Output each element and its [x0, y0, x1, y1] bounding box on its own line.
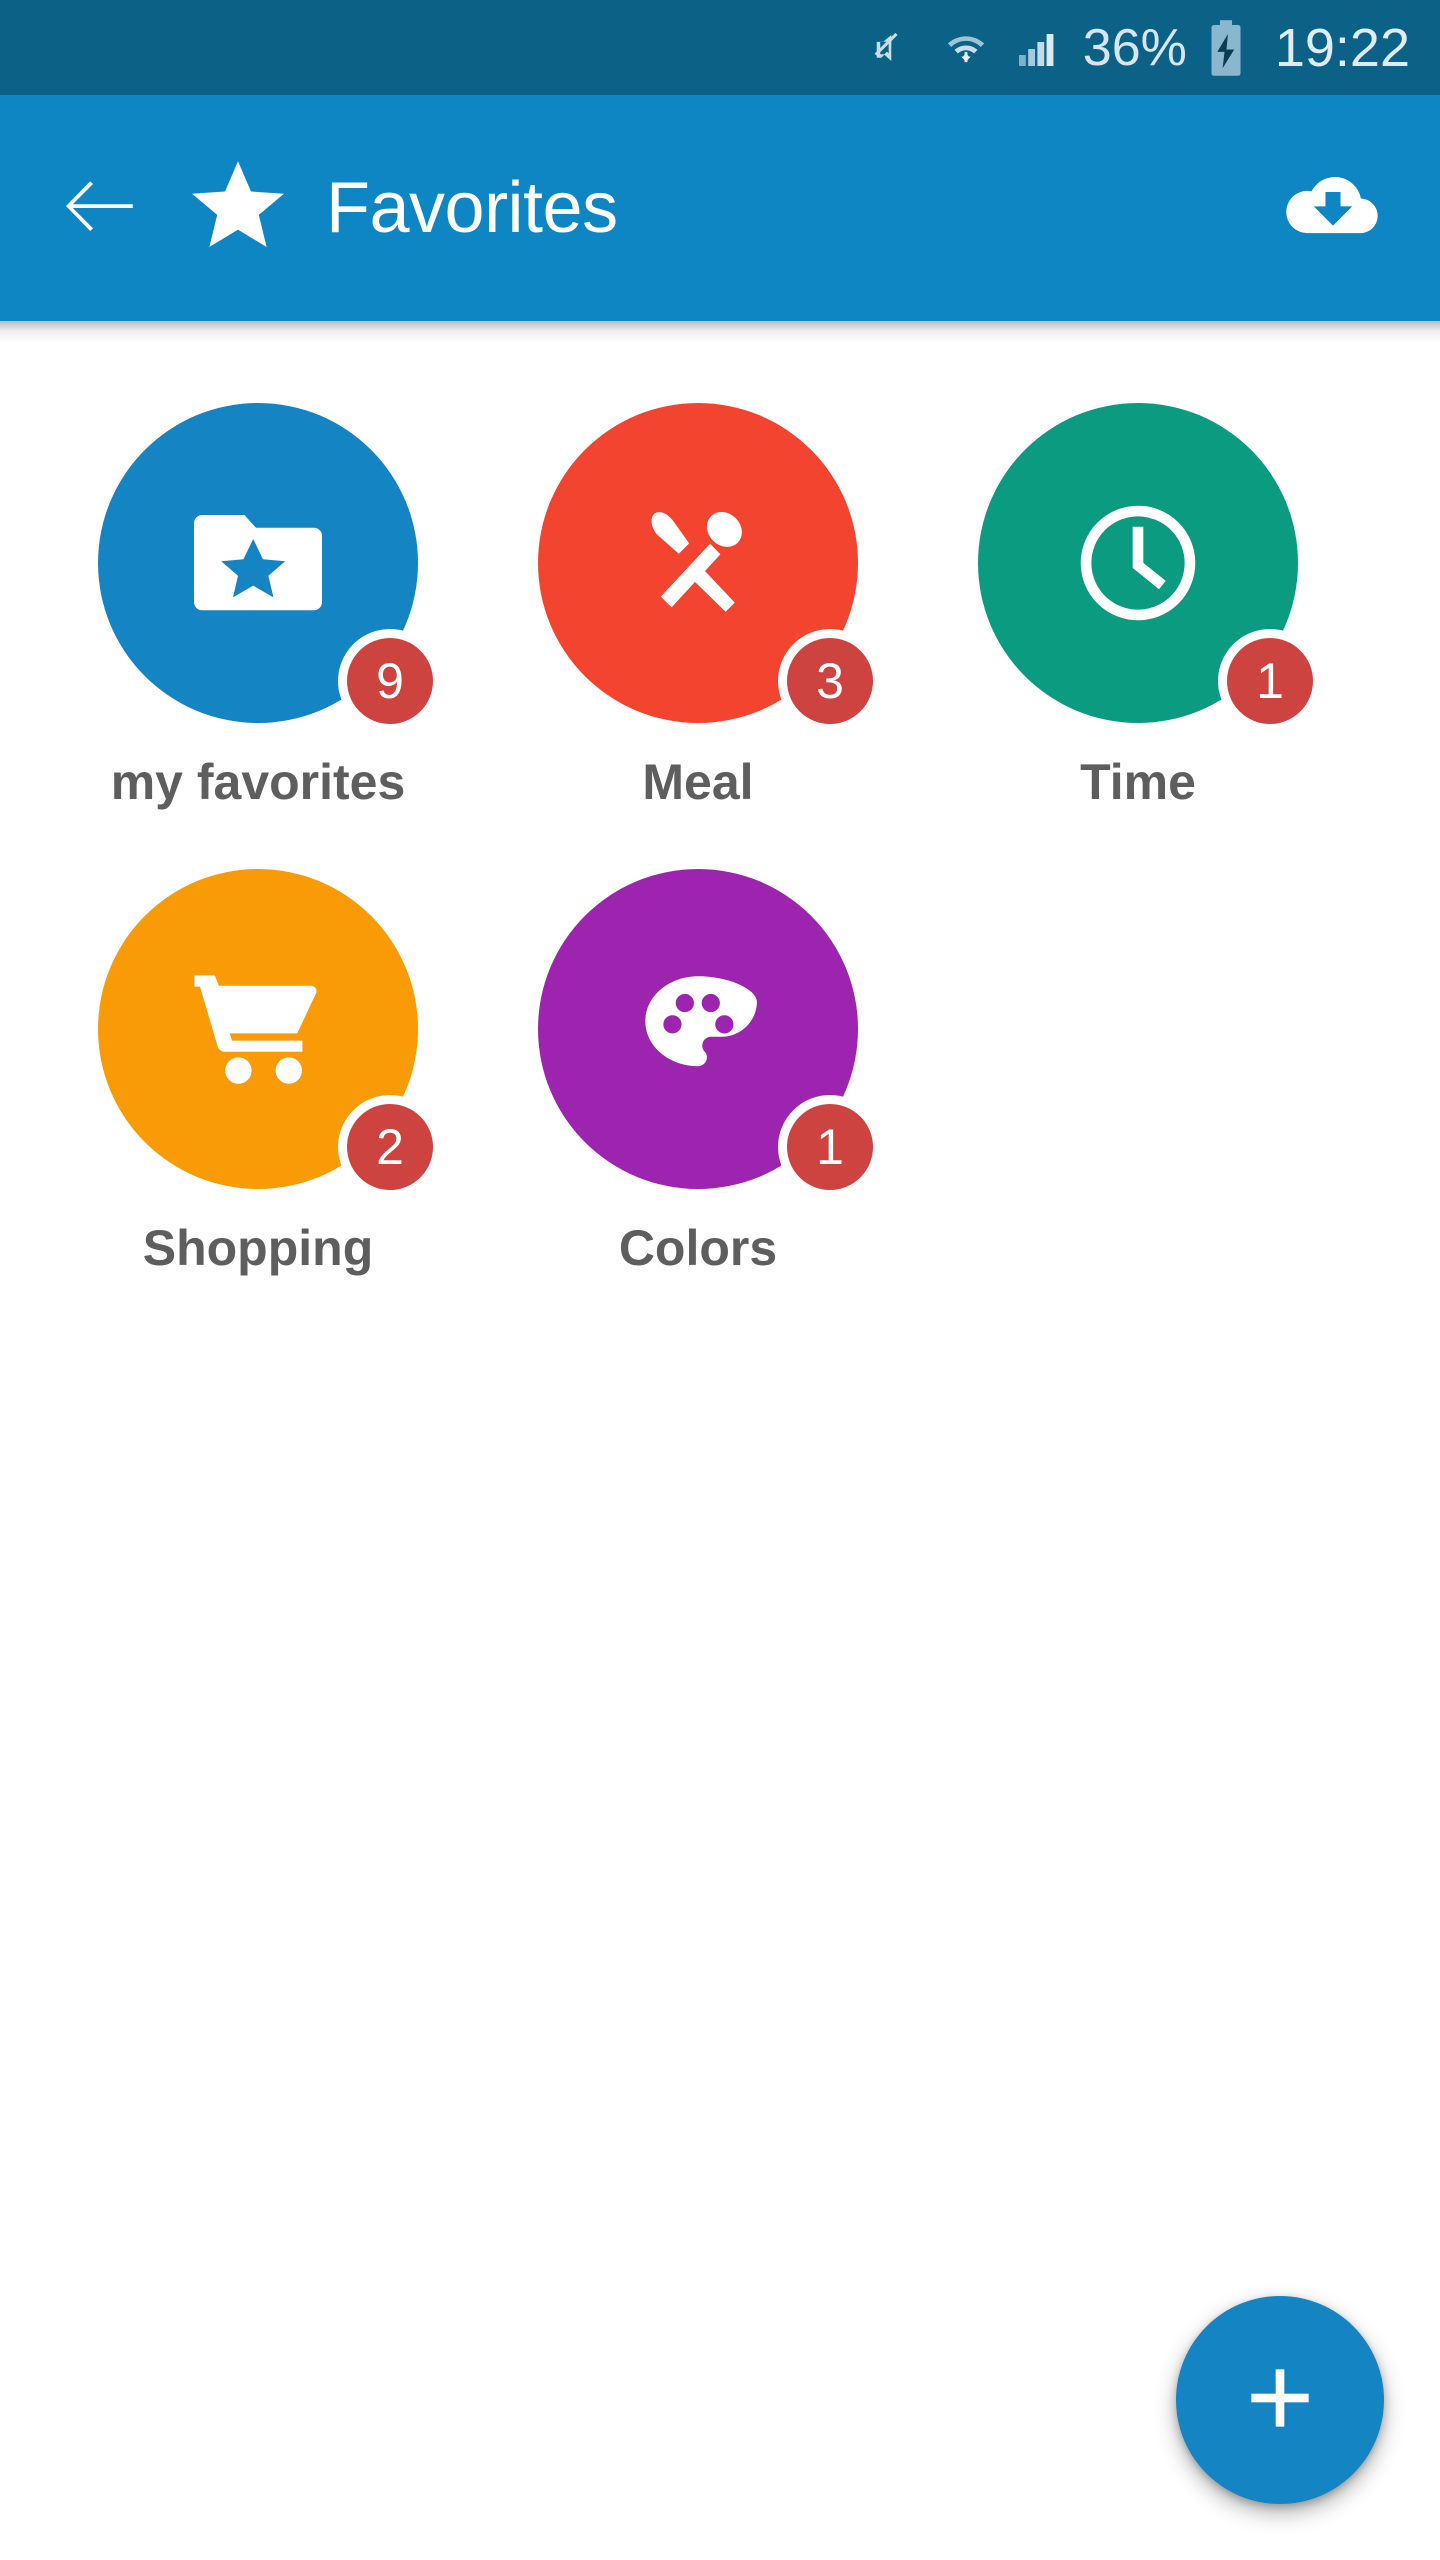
battery-percent-label: 36% — [1082, 18, 1187, 77]
grid-item-shopping[interactable]: 2 Shopping — [38, 869, 478, 1273]
app-bar-shadow — [0, 321, 1440, 343]
cellular-signal-icon — [1013, 22, 1061, 74]
bubble-wrapper: 3 — [538, 403, 882, 733]
grid-item-label: Shopping — [142, 1220, 374, 1276]
palette-icon — [636, 967, 760, 1091]
page-title: Favorites — [326, 168, 618, 248]
shopping-cart-icon — [192, 969, 324, 1089]
grid-item-label: Meal — [642, 754, 754, 810]
badge-count: 1 — [1218, 629, 1322, 733]
cloud-download-button[interactable] — [1278, 153, 1388, 263]
grid-item-label: Colors — [618, 1220, 778, 1276]
folder-star-icon — [194, 507, 322, 619]
grid-item-time[interactable]: 1 Time — [918, 403, 1358, 807]
bubble-wrapper: 9 — [98, 403, 442, 733]
badge-count: 3 — [778, 629, 882, 733]
badge-count: 2 — [338, 1095, 442, 1199]
grid-item-my-favorites[interactable]: 9 my favorites — [38, 403, 478, 807]
badge-count: 9 — [338, 629, 442, 733]
clock-icon — [1075, 500, 1201, 626]
grid-item-label: my favorites — [110, 754, 406, 810]
battery-charging-icon — [1209, 19, 1243, 77]
add-favorite-fab[interactable] — [1176, 2296, 1384, 2504]
arrow-left-icon — [66, 178, 138, 239]
status-bar-clock: 19:22 — [1274, 17, 1410, 78]
grid-item-meal[interactable]: 3 Meal — [478, 403, 918, 807]
bubble-wrapper: 1 — [978, 403, 1322, 733]
bubble-wrapper: 2 — [98, 869, 442, 1199]
plus-icon — [1240, 2358, 1320, 2443]
favorites-grid: 9 my favorites 3 Meal 1 Time 2 Shopping … — [0, 343, 1440, 1335]
back-button[interactable] — [62, 168, 142, 248]
cloud-download-icon — [1284, 168, 1382, 249]
mute-icon — [867, 22, 919, 74]
status-bar-icons: 36% 19:22 — [867, 19, 1410, 77]
grid-item-label: Time — [1080, 754, 1196, 810]
content-area: 9 my favorites 3 Meal 1 Time 2 Shopping … — [0, 343, 1440, 2560]
app-bar: Favorites — [0, 95, 1440, 321]
status-bar: 36% 19:22 — [0, 0, 1440, 95]
app-bar-left-group: Favorites — [0, 156, 1278, 260]
grid-item-colors[interactable]: 1 Colors — [478, 869, 918, 1273]
knife-spoon-icon — [634, 499, 762, 627]
bubble-wrapper: 1 — [538, 869, 882, 1199]
wifi-icon — [941, 22, 991, 74]
star-icon — [184, 156, 292, 260]
badge-count: 1 — [778, 1095, 882, 1199]
